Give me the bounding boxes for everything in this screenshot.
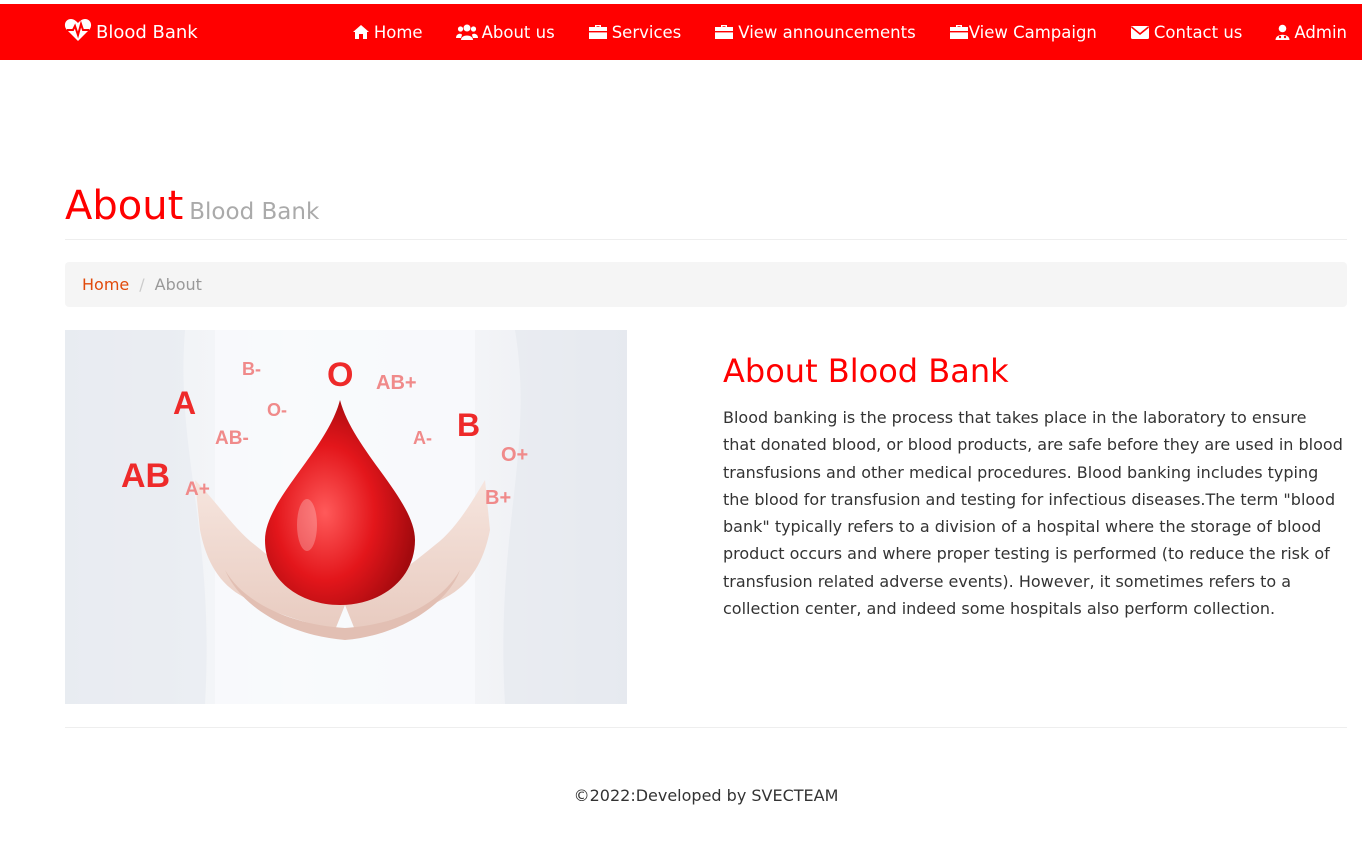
nav-admin[interactable]: Admin <box>1275 23 1347 42</box>
about-body: Blood banking is the process that takes … <box>723 408 1343 619</box>
footer-divider <box>65 727 1347 728</box>
user-md-icon <box>1275 24 1290 40</box>
nav-about[interactable]: About us <box>455 22 555 42</box>
blood-type-label: B+ <box>485 487 511 509</box>
blood-type-label: AB- <box>215 428 249 449</box>
nav-announcements[interactable]: View announcements <box>714 22 916 42</box>
navbar: Blood Bank Home About us Services View a… <box>0 4 1362 60</box>
breadcrumb-separator: / <box>139 275 145 294</box>
blood-type-label: A+ <box>185 479 210 500</box>
nav-contact[interactable]: Contact us <box>1130 22 1243 42</box>
main-nav: Home About us Services View announcement… <box>319 4 1347 60</box>
blood-type-label: AB <box>121 457 170 495</box>
page-subtitle: Blood Bank <box>189 199 320 225</box>
page-header: About Blood Bank <box>65 183 1347 240</box>
users-icon <box>455 24 478 40</box>
blood-drop-image: B- O AB+ A O- B AB- A- O+ AB A+ B+ <box>65 330 627 704</box>
nav-home-label: Home <box>373 22 423 42</box>
envelope-icon <box>1130 24 1150 40</box>
breadcrumb-current: About <box>154 275 202 294</box>
about-section: About Blood Bank Blood banking is the pr… <box>723 350 1343 622</box>
blood-type-label: A- <box>413 428 432 448</box>
page-title: About Blood Bank <box>65 183 1347 235</box>
about-heading: About Blood Bank <box>723 352 1009 390</box>
breadcrumb-home-link[interactable]: Home <box>82 275 129 294</box>
nav-services-label: Services <box>611 22 682 42</box>
home-icon <box>352 24 370 40</box>
nav-about-label: About us <box>481 22 555 42</box>
nav-contact-label: Contact us <box>1153 22 1243 42</box>
briefcase-icon <box>949 24 969 40</box>
brand-link[interactable]: Blood Bank <box>64 4 198 60</box>
nav-home[interactable]: Home <box>352 23 423 42</box>
blood-type-label: O- <box>267 400 287 420</box>
page-title-text: About <box>65 183 184 229</box>
footer-text: ©2022:Developed by SVECTEAM <box>573 786 839 805</box>
briefcase-icon <box>714 24 734 40</box>
blood-type-label: B- <box>242 359 261 379</box>
breadcrumb: Home / About <box>65 262 1347 307</box>
heartbeat-icon <box>64 18 96 47</box>
nav-admin-label: Admin <box>1294 22 1347 42</box>
nav-campaign[interactable]: View Campaign <box>949 23 1097 42</box>
nav-campaign-label: View Campaign <box>968 22 1097 42</box>
footer: ©2022:Developed by SVECTEAM <box>0 786 1362 805</box>
nav-announcements-label: View announcements <box>738 22 916 42</box>
briefcase-icon <box>588 24 608 40</box>
blood-type-label: AB+ <box>376 372 417 394</box>
nav-services[interactable]: Services <box>588 22 682 42</box>
blood-type-label: O+ <box>501 444 528 466</box>
blood-type-label: A <box>173 385 196 421</box>
blood-type-label: B <box>457 407 480 443</box>
blood-type-label: O <box>327 356 353 394</box>
brand-name: Blood Bank <box>96 21 198 43</box>
